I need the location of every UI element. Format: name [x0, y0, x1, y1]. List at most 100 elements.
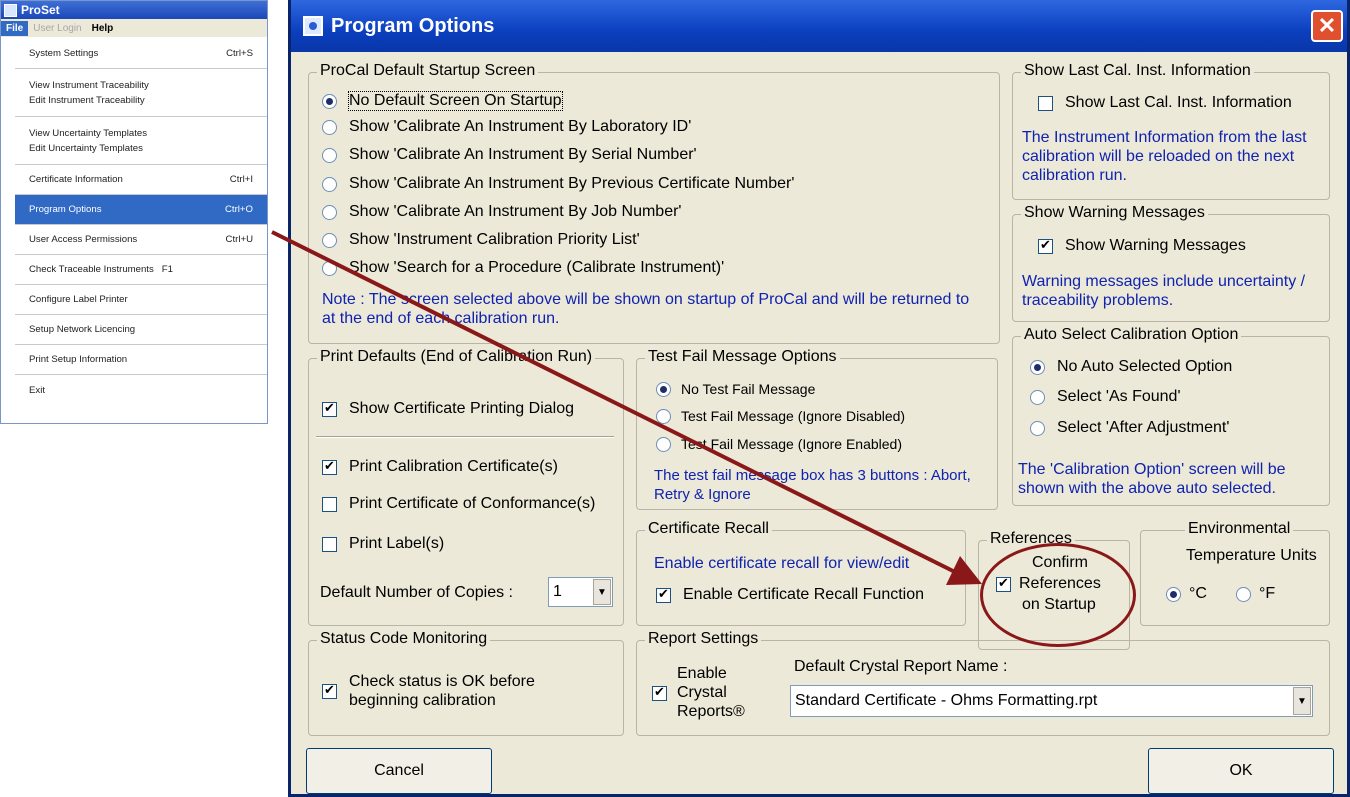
checkbox-label: Enable Certificate Recall Function: [683, 586, 925, 603]
auto-option-none[interactable]: No Auto Selected Option: [1030, 358, 1232, 376]
menu-item-check-traceable-instruments[interactable]: Check Traceable Instruments F1: [15, 255, 267, 285]
radio-button[interactable]: [322, 260, 337, 276]
checkbox-box[interactable]: [322, 400, 337, 417]
check-status-line: beginning calibration: [349, 692, 496, 709]
radio-button[interactable]: [322, 147, 337, 163]
menu-bar: File User Login Help: [1, 19, 267, 37]
status-code-legend: Status Code Monitoring: [317, 630, 491, 648]
enable-certificate-recall-checkbox[interactable]: Enable Certificate Recall Function: [656, 586, 924, 604]
menu-item-shortcut: F1: [161, 264, 173, 275]
print-label-checkbox[interactable]: Print Label(s): [322, 535, 444, 553]
menu-item-label: Certificate Information: [29, 174, 123, 185]
checkbox-box[interactable]: [656, 586, 671, 603]
radio-button[interactable]: [1030, 389, 1045, 405]
auto-select-legend: Auto Select Calibration Option: [1021, 326, 1242, 344]
menu-item-label[interactable]: View Uncertainty Templates: [29, 126, 147, 141]
radio-button[interactable]: [322, 176, 337, 192]
option-label: Test Fail Message (Ignore Disabled): [681, 408, 906, 424]
ok-button[interactable]: OK: [1148, 748, 1334, 794]
menu-user-login[interactable]: User Login: [28, 21, 86, 36]
menu-item-print-setup-information[interactable]: Print Setup Information: [15, 345, 267, 375]
enable-crystal-reports-checkbox[interactable]: Enable Crystal Reports®: [652, 664, 745, 721]
test-fail-option-ignore-enabled[interactable]: Test Fail Message (Ignore Enabled): [656, 436, 902, 452]
chevron-down-icon[interactable]: ▼: [1293, 687, 1311, 715]
test-fail-option-ignore-disabled[interactable]: Test Fail Message (Ignore Disabled): [656, 408, 905, 424]
menu-item-configure-label-printer[interactable]: Configure Label Printer: [15, 285, 267, 315]
last-cal-checkbox[interactable]: Show Last Cal. Inst. Information: [1038, 94, 1292, 112]
radio-button[interactable]: [322, 204, 337, 220]
startup-option-search-procedure[interactable]: Show 'Search for a Procedure (Calibrate …: [322, 259, 724, 277]
radio-button[interactable]: [656, 408, 671, 424]
menu-item-label[interactable]: View Instrument Traceability: [29, 78, 149, 93]
radio-button[interactable]: [322, 119, 337, 135]
last-cal-legend: Show Last Cal. Inst. Information: [1021, 62, 1254, 80]
startup-option-serial-number[interactable]: Show 'Calibrate An Instrument By Serial …: [322, 146, 697, 164]
menu-item-uncertainty-templates[interactable]: View Uncertainty Templates Edit Uncertai…: [15, 117, 267, 165]
startup-option-laboratory-id[interactable]: Show 'Calibrate An Instrument By Laborat…: [322, 118, 691, 136]
menu-item-system-settings[interactable]: System Settings Ctrl+S: [15, 39, 267, 69]
radio-button[interactable]: [322, 232, 337, 248]
default-report-value: Standard Certificate - Ohms Formatting.r…: [795, 692, 1098, 709]
radio-button[interactable]: [1166, 586, 1181, 602]
checkbox-label: Show Last Cal. Inst. Information: [1065, 94, 1292, 111]
menu-item-certificate-information[interactable]: Certificate Information Ctrl+I: [15, 165, 267, 195]
checkbox-box[interactable]: [1038, 237, 1053, 254]
menu-item-label: Exit: [29, 384, 45, 396]
unit-fahrenheit-option[interactable]: °F: [1236, 585, 1275, 603]
startup-option-previous-certificate[interactable]: Show 'Calibrate An Instrument By Previou…: [322, 175, 794, 193]
check-status-label: Check status is OK before beginning cali…: [349, 672, 535, 710]
test-fail-option-none[interactable]: No Test Fail Message: [656, 381, 815, 397]
option-label: Select 'As Found': [1057, 388, 1181, 405]
enable-crystal-line: Reports®: [677, 703, 745, 720]
chevron-down-icon[interactable]: ▼: [593, 579, 611, 605]
startup-option-job-number[interactable]: Show 'Calibrate An Instrument By Job Num…: [322, 203, 681, 221]
startup-option-none[interactable]: No Default Screen On Startup: [322, 91, 563, 111]
menu-item-label: Print Setup Information: [29, 354, 128, 365]
menu-item-label[interactable]: Edit Instrument Traceability: [29, 93, 145, 108]
radio-button[interactable]: [322, 93, 337, 109]
copies-select[interactable]: 1 ▼: [548, 577, 613, 607]
checkbox-box[interactable]: [1038, 95, 1053, 111]
menu-item-shortcut: Ctrl+O: [225, 204, 253, 215]
option-label: Show 'Calibrate An Instrument By Job Num…: [349, 203, 682, 220]
radio-button[interactable]: [1236, 586, 1251, 602]
environmental-legend: Environmental: [1185, 520, 1294, 538]
checkbox-box[interactable]: [322, 536, 337, 552]
menu-item-label[interactable]: Edit Uncertainty Templates: [29, 141, 143, 156]
startup-option-priority-list[interactable]: Show 'Instrument Calibration Priority Li…: [322, 231, 640, 249]
temperature-units-label: Temperature Units: [1186, 547, 1317, 565]
radio-button[interactable]: [656, 381, 671, 397]
default-report-select[interactable]: Standard Certificate - Ohms Formatting.r…: [790, 685, 1313, 717]
auto-option-as-found[interactable]: Select 'As Found': [1030, 388, 1181, 406]
cancel-button[interactable]: Cancel: [306, 748, 492, 794]
close-button[interactable]: ✕: [1311, 10, 1343, 42]
proset-titlebar: ProSet: [1, 1, 267, 19]
menu-file[interactable]: File: [1, 20, 29, 36]
checkbox-box[interactable]: [322, 682, 337, 699]
option-label: No Default Screen On Startup: [348, 91, 563, 111]
menu-item-program-options[interactable]: Program Options Ctrl+O: [15, 195, 267, 225]
radio-button[interactable]: [1030, 420, 1045, 436]
print-calibration-certificate-checkbox[interactable]: Print Calibration Certificate(s): [322, 458, 558, 476]
warnings-note: Warning messages include uncertainty / t…: [1022, 273, 1306, 309]
menu-item-label: Setup Network Licencing: [29, 324, 136, 335]
menu-help[interactable]: Help: [87, 21, 119, 36]
auto-option-after-adjustment[interactable]: Select 'After Adjustment': [1030, 419, 1229, 437]
print-conformance-checkbox[interactable]: Print Certificate of Conformance(s): [322, 495, 595, 513]
radio-button[interactable]: [656, 436, 671, 452]
menu-item-exit[interactable]: Exit: [15, 375, 267, 405]
menu-item-user-access-permissions[interactable]: User Access Permissions Ctrl+U: [15, 225, 267, 255]
option-label: Show 'Calibrate An Instrument By Previou…: [349, 175, 795, 192]
temperature-units-text: Temperature Units: [1186, 547, 1317, 564]
app-icon: [4, 3, 17, 17]
checkbox-box[interactable]: [322, 496, 337, 512]
warnings-checkbox[interactable]: Show Warning Messages: [1038, 237, 1246, 255]
radio-button[interactable]: [1030, 359, 1045, 375]
show-printing-dialog-checkbox[interactable]: Show Certificate Printing Dialog: [322, 400, 574, 418]
unit-celsius-option[interactable]: °C: [1166, 585, 1207, 603]
check-status-checkbox[interactable]: Check status is OK before beginning cali…: [322, 672, 535, 710]
checkbox-box[interactable]: [652, 684, 667, 701]
menu-item-instrument-traceability[interactable]: View Instrument Traceability Edit Instru…: [15, 69, 267, 117]
checkbox-box[interactable]: [322, 458, 337, 475]
menu-item-setup-network-licencing[interactable]: Setup Network Licencing: [15, 315, 267, 345]
